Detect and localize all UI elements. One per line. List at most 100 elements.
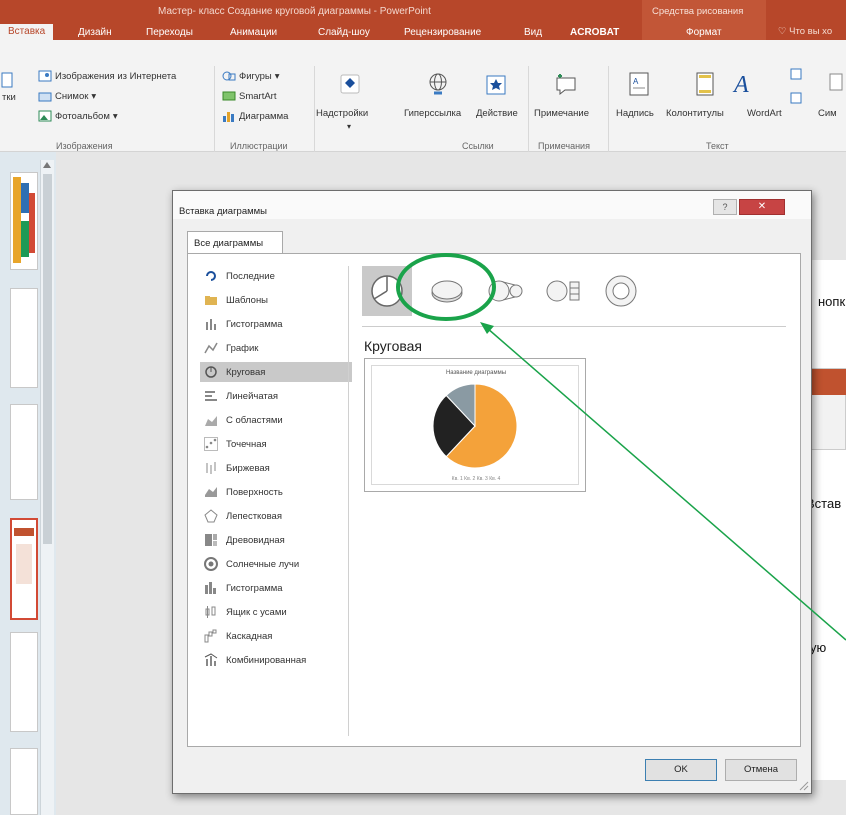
window-title: Мастер- класс Создание круговой диаграмм… — [158, 6, 431, 17]
ribbon-separator — [608, 66, 609, 152]
histogram-chart-icon — [204, 581, 218, 595]
photo-album-button[interactable]: Фотоальбом ▾ — [38, 110, 118, 122]
wordart-button[interactable]: WordArt — [747, 108, 782, 119]
online-pictures-button[interactable]: Изображения из Интернета — [38, 70, 176, 82]
preview-chart-title: Название диаграммы — [445, 370, 507, 376]
chevron-down-icon[interactable]: ▾ — [347, 122, 351, 131]
chart-category-waterfall-chart[interactable]: Каскадная — [200, 626, 352, 646]
tab-format[interactable]: Формат — [686, 26, 722, 40]
shapes-button[interactable]: Фигуры ▾ — [222, 70, 280, 82]
tab-acrobat[interactable]: ACROBAT — [570, 26, 619, 40]
tab-design[interactable]: Дизайн — [78, 26, 112, 40]
chart-category-stock-chart[interactable]: Биржевая — [200, 458, 352, 478]
slide-thumbnail[interactable] — [10, 632, 38, 732]
chart-category-label: Линейчатая — [226, 390, 279, 402]
tab-slideshow[interactable]: Слайд-шоу — [318, 26, 370, 40]
subtype-pie-3d[interactable] — [422, 266, 472, 316]
action-icon[interactable] — [482, 68, 510, 102]
symbol-icon[interactable] — [826, 70, 846, 94]
chart-category-surface-chart[interactable]: Поверхность — [200, 482, 352, 502]
chart-category-column-chart[interactable]: Гистограмма — [200, 314, 352, 334]
insert-chart-dialog: Вставка диаграммы ? ✕ Все диаграммы Посл… — [172, 190, 812, 794]
hyperlink-button[interactable]: Гиперссылка — [404, 108, 461, 119]
chart-category-scatter-chart[interactable]: Точечная — [200, 434, 352, 454]
scroll-up-icon[interactable] — [43, 162, 51, 168]
chart-category-histogram-chart[interactable]: Гистограмма — [200, 578, 352, 598]
ribbon-separator — [314, 66, 315, 152]
tab-all-charts[interactable]: Все диаграммы — [187, 231, 283, 253]
smartart-button[interactable]: SmartArt — [222, 90, 276, 102]
selected-chart-type-label: Круговая — [364, 338, 423, 354]
screenshot-icon — [38, 92, 52, 102]
chart-category-box-whisker-chart[interactable]: Ящик с усами — [200, 602, 352, 622]
tab-animations[interactable]: Анимации — [230, 26, 277, 40]
tab-review[interactable]: Рецензирование — [404, 26, 481, 40]
slide-number-icon[interactable] — [788, 88, 804, 108]
chart-category-label: Гистограмма — [226, 318, 283, 330]
dialog-body: Последние Шаблоны Гистограмма График Кругова… — [187, 253, 801, 747]
subtype-bar-of-pie[interactable] — [538, 266, 588, 316]
chart-category-combo-chart[interactable]: Комбинированная — [200, 650, 352, 670]
sunburst-chart-icon — [204, 557, 218, 571]
cancel-button[interactable]: Отмена — [725, 759, 797, 781]
chart-category-sunburst-chart[interactable]: Солнечные лучи — [200, 554, 352, 574]
chart-category-folder[interactable]: Шаблоны — [200, 290, 352, 310]
symbols-button[interactable]: Сим — [818, 108, 837, 119]
chart-category-pie-chart[interactable]: Круговая — [200, 362, 352, 382]
tab-view[interactable]: Вид — [524, 26, 542, 40]
slide-thumbnail[interactable] — [10, 404, 38, 500]
addins-button[interactable]: Надстройки — [316, 108, 368, 119]
comment-button[interactable]: Примечание — [534, 108, 589, 119]
combo-chart-icon — [204, 653, 218, 667]
picture-icon[interactable] — [0, 70, 14, 90]
textbox-button[interactable]: Надпись — [616, 108, 654, 119]
chart-category-area-chart[interactable]: С областями — [200, 410, 352, 430]
context-group-title: Средства рисования — [652, 6, 744, 17]
ok-button[interactable]: OK — [645, 759, 717, 781]
chart-category-label: График — [226, 342, 259, 354]
tab-transitions[interactable]: Переходы — [146, 26, 193, 40]
chart-category-label: Шаблоны — [226, 294, 269, 306]
group-links-label: Ссылки — [462, 141, 494, 151]
wordart-icon[interactable]: A — [730, 66, 756, 100]
subtype-pie-of-pie[interactable] — [480, 266, 530, 316]
chart-button[interactable]: Диаграмма — [222, 110, 288, 122]
help-button[interactable]: ? — [713, 199, 737, 215]
textbox-icon[interactable]: A — [626, 68, 652, 100]
chart-category-label: Круговая — [226, 366, 266, 378]
chart-category-recent[interactable]: Последние — [200, 266, 352, 286]
chart-category-treemap-chart[interactable]: Древовидная — [200, 530, 352, 550]
chart-category-bar-chart[interactable]: Линейчатая — [200, 386, 352, 406]
close-button[interactable]: ✕ — [739, 199, 785, 215]
screenshot-button[interactable]: Снимок ▾ — [38, 90, 96, 102]
slide-thumbnail[interactable] — [10, 748, 38, 815]
slide-thumbnail[interactable] — [10, 288, 38, 388]
chart-category-line-chart[interactable]: График — [200, 338, 352, 358]
slide-screenshot-image — [806, 368, 846, 450]
chart-preview[interactable]: Название диаграммы Кв. 1 Кв. 2 Кв. 3 Кв.… — [364, 358, 586, 492]
tab-insert[interactable]: Вставка — [0, 24, 54, 40]
chart-category-label: Точечная — [226, 438, 267, 450]
action-button[interactable]: Действие — [476, 108, 518, 119]
group-illustrations-label: Иллюстрации — [230, 141, 288, 151]
list-divider — [348, 266, 349, 736]
slide-text-fragment: ую — [810, 640, 827, 655]
addins-icon[interactable] — [336, 70, 364, 98]
stock-chart-icon — [204, 461, 218, 475]
thumbnail-scrollbar[interactable] — [40, 160, 54, 815]
header-footer-icon[interactable] — [692, 68, 718, 100]
subtype-doughnut[interactable] — [596, 266, 646, 316]
tell-me-box[interactable]: ♡ Что вы хо — [778, 26, 832, 37]
slide-thumbnail-selected[interactable] — [10, 518, 38, 620]
pie-3d-subtype-icon — [431, 280, 463, 303]
date-time-icon[interactable] — [788, 64, 804, 84]
slide-thumbnail[interactable] — [10, 172, 38, 270]
header-footer-button[interactable]: Колонтитулы — [666, 108, 724, 119]
comment-icon[interactable] — [552, 68, 580, 102]
chart-category-label: Солнечные лучи — [226, 558, 300, 570]
resize-grip-icon[interactable] — [799, 781, 809, 791]
subtype-pie[interactable] — [362, 266, 412, 316]
scroll-thumb[interactable] — [43, 174, 52, 544]
chart-category-radar-chart[interactable]: Лепестковая — [200, 506, 352, 526]
hyperlink-icon[interactable] — [424, 68, 452, 102]
